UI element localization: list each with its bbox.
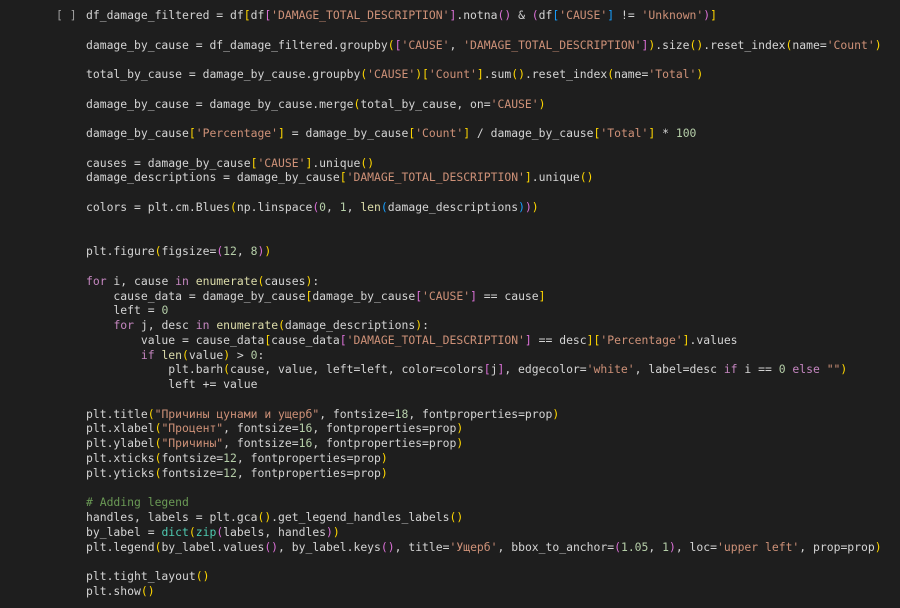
code-line: by_label = dict(zip(labels, handles))	[86, 524, 340, 539]
code-line: # Adding legend	[86, 495, 189, 510]
code-line: for j, desc in enumerate(damage_descript…	[113, 318, 429, 333]
code-line: if len(value) > 0:	[140, 347, 265, 362]
code-line: colors = plt.cm.Blues(np.linspace(0, 1, …	[86, 199, 539, 214]
code-line: plt.figure(figsize=(12, 8))	[86, 244, 272, 259]
code-line: cause_data = damage_by_cause[damage_by_c…	[86, 288, 546, 303]
code-line: plt.xlabel("Процент", fontsize=16, fontp…	[86, 421, 464, 436]
code-line: plt.barh(cause, value, left=left, color=…	[86, 362, 848, 377]
code-line: value = cause_data[cause_data['DAMAGE_TO…	[86, 332, 738, 347]
code-line: plt.xticks(fontsize=12, fontproperties=p…	[86, 450, 388, 465]
code-line: damage_by_cause['Percentage'] = damage_b…	[86, 126, 697, 141]
code-line: left = 0	[86, 303, 169, 318]
code-line: causes = damage_by_cause['CAUSE'].unique…	[86, 155, 375, 170]
code-line: plt.yticks(fontsize=12, fontproperties=p…	[86, 465, 388, 480]
code-line: total_by_cause = damage_by_cause.groupby…	[86, 67, 704, 82]
code-line: damage_by_cause = df_damage_filtered.gro…	[86, 37, 882, 52]
code-editor[interactable]: df_damage_filtered = df[df['DAMAGE_TOTAL…	[86, 8, 882, 599]
code-line: plt.tight_layout()	[86, 569, 210, 584]
code-line: plt.title("Причины цунами и ущерб", font…	[86, 406, 560, 421]
code-line: left += value	[86, 377, 258, 392]
code-cell: [ ] df_damage_filtered = df[df['DAMAGE_T…	[0, 0, 900, 608]
code-line: plt.show()	[86, 583, 155, 598]
code-line: handles, labels = plt.gca().get_legend_h…	[86, 510, 464, 525]
code-line: damage_by_cause = damage_by_cause.merge(…	[86, 96, 546, 111]
code-line: for i, cause in enumerate(causes):	[86, 273, 320, 288]
run-cell-button[interactable]: [ ]	[56, 8, 77, 23]
code-line: plt.legend(by_label.values(), by_label.k…	[86, 539, 882, 554]
code-line: plt.ylabel("Причины", fontsize=16, fontp…	[86, 436, 464, 451]
code-line: df_damage_filtered = df[df['DAMAGE_TOTAL…	[86, 8, 717, 22]
code-line: damage_descriptions = damage_by_cause['D…	[86, 170, 594, 185]
